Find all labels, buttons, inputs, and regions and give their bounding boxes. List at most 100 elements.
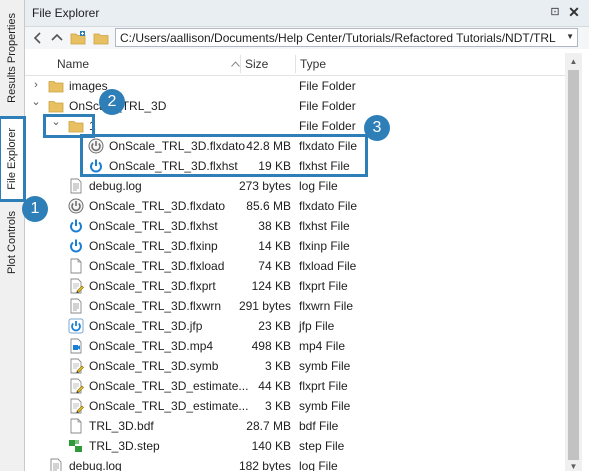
blank-file-icon xyxy=(70,418,82,434)
file-type: flxdato File xyxy=(299,199,358,213)
power-grey-icon xyxy=(68,198,84,214)
file-row[interactable]: OnScale_TRL_3D.symb 3 KB symb File xyxy=(25,356,565,376)
callout-badge-3: 3 xyxy=(364,115,390,141)
close-icon[interactable]: ✕ xyxy=(566,4,582,20)
file-type: mp4 File xyxy=(299,339,346,353)
file-size: 140 KB xyxy=(251,439,291,453)
expand-chevron-icon[interactable]: › xyxy=(30,79,42,91)
file-size: 3 KB xyxy=(264,399,291,413)
text-file-icon xyxy=(50,458,62,471)
file-row[interactable]: OnScale_TRL_3D.flxdato 85.6 MB flxdato Fil… xyxy=(25,196,565,216)
file-size: 498 KB xyxy=(251,339,291,353)
column-divider[interactable] xyxy=(295,55,296,73)
file-name: debug.log xyxy=(69,459,122,471)
file-name: OnScale_TRL_3D_estimate... xyxy=(89,379,249,393)
file-row[interactable]: debug.log 182 bytes log File xyxy=(25,456,565,471)
file-size: 291 bytes xyxy=(238,299,291,313)
edit-file-icon xyxy=(70,278,84,294)
file-name: OnScale_TRL_3D.jfp xyxy=(89,319,203,333)
sort-ascending-icon xyxy=(231,61,240,67)
file-name: OnScale_TRL_3D_estimate... xyxy=(89,399,249,413)
file-size: 124 KB xyxy=(251,279,291,293)
navigation-toolbar: C:/Users/aallison/Documents/Help Center/… xyxy=(25,27,589,49)
file-row[interactable]: OnScale_TRL_3D.flxdato 42.8 MB flxdato Fil… xyxy=(25,136,565,156)
file-type: flxload File xyxy=(299,259,357,273)
file-size: 182 bytes xyxy=(238,459,291,471)
column-type-header[interactable]: Type xyxy=(300,53,326,75)
file-row[interactable]: TRL_3D.bdf 28.7 MB bdf File xyxy=(25,416,565,436)
file-size: 38 KB xyxy=(258,219,291,233)
file-row[interactable]: OnScale_TRL_3D.mp4 498 KB mp4 File xyxy=(25,336,565,356)
folder-icon[interactable] xyxy=(93,30,109,46)
file-name: debug.log xyxy=(89,179,142,193)
file-type: bdf File xyxy=(299,419,339,433)
file-row[interactable]: ⌄ 1 File Folder xyxy=(25,116,565,136)
file-type: flxdato File xyxy=(299,139,358,153)
edit-file-icon xyxy=(70,378,84,394)
file-size: 44 KB xyxy=(258,379,291,393)
file-row[interactable]: OnScale_TRL_3D.flxload 74 KB flxload File xyxy=(25,256,565,276)
file-type: File Folder xyxy=(299,79,356,93)
file-name: TRL_3D.step xyxy=(89,439,160,453)
video-file-icon xyxy=(70,338,82,354)
back-arrow-icon[interactable] xyxy=(30,30,46,46)
file-size: 85.6 MB xyxy=(246,199,291,213)
text-file-icon xyxy=(70,178,82,194)
scroll-down-arrow-icon[interactable]: ▼ xyxy=(569,462,578,471)
scroll-thumb[interactable] xyxy=(568,70,579,460)
file-row[interactable]: OnScale_TRL_3D_estimate... 44 KB flxprt Fi… xyxy=(25,376,565,396)
file-size: 28.7 MB xyxy=(246,419,291,433)
file-size: 19 KB xyxy=(258,159,291,173)
power-blue-icon xyxy=(90,159,102,173)
file-row[interactable]: TRL_3D.step 140 KB step File xyxy=(25,436,565,456)
folder-icon xyxy=(48,81,64,93)
file-name: OnScale_TRL_3D.flxload xyxy=(89,259,225,273)
panel-titlebar: File Explorer ⊡ ✕ xyxy=(25,0,589,27)
float-panel-icon[interactable]: ⊡ xyxy=(548,5,562,19)
chevron-down-icon[interactable]: ▼ xyxy=(566,32,574,41)
file-row[interactable]: OnScale_TRL_3D.flxprt 124 KB flxprt File xyxy=(25,276,565,296)
file-size: 42.8 MB xyxy=(246,139,291,153)
file-row[interactable]: debug.log 273 bytes log File xyxy=(25,176,565,196)
path-combobox[interactable]: C:/Users/aallison/Documents/Help Center/… xyxy=(115,28,578,47)
file-name: OnScale_TRL_3D.flxwrn xyxy=(89,299,222,313)
file-name: OnScale_TRL_3D.symb xyxy=(89,359,219,373)
collapse-chevron-icon[interactable]: ⌄ xyxy=(30,96,42,108)
panel-title: File Explorer xyxy=(32,6,100,20)
up-arrow-icon[interactable] xyxy=(49,30,65,46)
file-row[interactable]: OnScale_TRL_3D.flxhst 38 KB flxhst File xyxy=(25,216,565,236)
callout-badge-1: 1 xyxy=(22,196,48,222)
tab-results-properties[interactable]: Results Properties xyxy=(2,6,22,110)
file-row[interactable]: OnScale_TRL_3D_estimate... 3 KB symb File xyxy=(25,396,565,416)
file-size: 3 KB xyxy=(264,359,291,373)
add-folder-icon[interactable] xyxy=(70,30,86,46)
file-type: flxprt File xyxy=(299,379,348,393)
file-name: 1 xyxy=(89,119,96,133)
power-blue-icon xyxy=(70,219,82,233)
file-row[interactable]: OnScale_TRL_3D.flxhst 19 KB flxhst File xyxy=(25,156,565,176)
file-name: TRL_3D.bdf xyxy=(89,419,154,433)
tab-plot-controls[interactable]: Plot Controls xyxy=(2,206,22,278)
file-name: OnScale_TRL_3D.flxdato xyxy=(109,139,246,153)
file-row[interactable]: OnScale_TRL_3D.flxinp 14 KB flxinp File xyxy=(25,236,565,256)
tab-file-explorer[interactable]: File Explorer xyxy=(0,116,26,202)
side-tab-strip: Results Properties File Explorer Plot Co… xyxy=(0,0,26,471)
column-size-header[interactable]: Size xyxy=(245,53,268,75)
column-divider[interactable] xyxy=(240,55,241,73)
file-row[interactable]: OnScale_TRL_3D.jfp 23 KB jfp File xyxy=(25,316,565,336)
file-type: flxhst File xyxy=(299,219,350,233)
file-name: OnScale_TRL_3D.flxdato xyxy=(89,199,226,213)
file-name: OnScale_TRL_3D.mp4 xyxy=(89,339,214,353)
column-name-header[interactable]: Name xyxy=(57,53,89,75)
file-size: 14 KB xyxy=(258,239,291,253)
folder-icon xyxy=(68,121,84,133)
file-name: OnScale_TRL_3D.flxhst xyxy=(89,219,218,233)
collapse-chevron-icon[interactable]: ⌄ xyxy=(50,116,62,128)
file-size: 74 KB xyxy=(258,259,291,273)
vertical-scrollbar[interactable]: ▲ ▼ xyxy=(565,53,582,471)
scroll-up-arrow-icon[interactable]: ▲ xyxy=(569,57,578,66)
file-row[interactable]: OnScale_TRL_3D.flxwrn 291 bytes flxwrn Fil… xyxy=(25,296,565,316)
tab-results-properties-label: Results Properties xyxy=(6,13,18,103)
file-name: OnScale_TRL_3D.flxinp xyxy=(89,239,218,253)
tab-file-explorer-label: File Explorer xyxy=(6,128,18,190)
